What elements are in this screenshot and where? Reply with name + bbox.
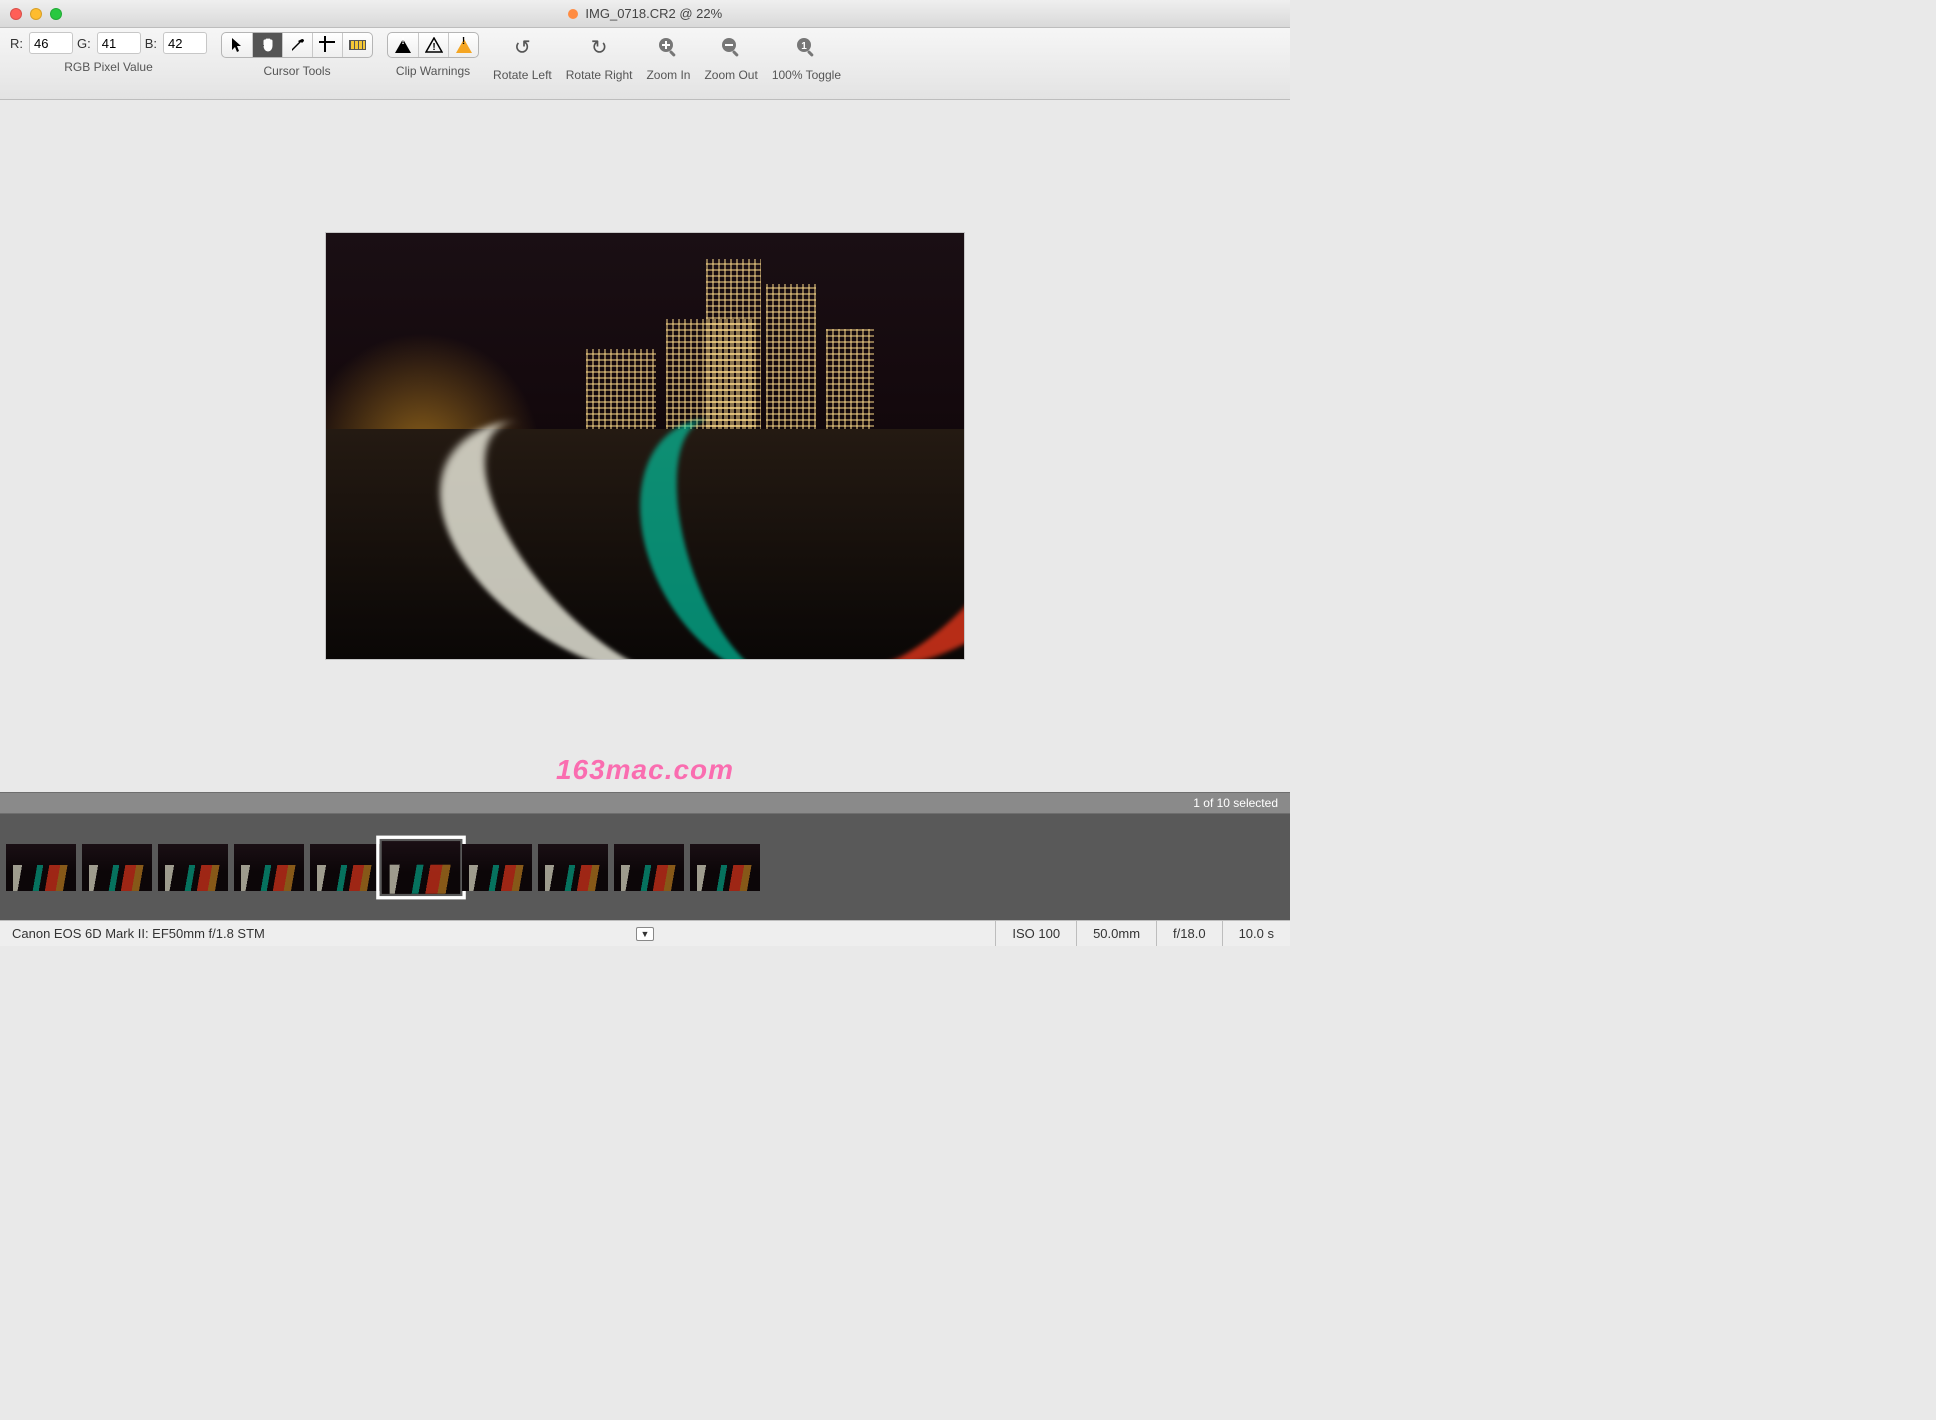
- zoom-out-icon: [719, 35, 743, 59]
- rotate-right-button[interactable]: ↻: [579, 32, 619, 62]
- rgb-group-label: RGB Pixel Value: [64, 60, 152, 74]
- svg-text:!: !: [432, 42, 435, 53]
- aperture-value: f/18.0: [1156, 921, 1222, 946]
- dropdown-indicator-icon[interactable]: ▼: [636, 927, 654, 941]
- hundred-toggle-label: 100% Toggle: [772, 68, 841, 82]
- zoom-out-group: Zoom Out: [704, 32, 757, 82]
- g-value-input[interactable]: [97, 32, 141, 54]
- zoom-in-icon: [656, 35, 680, 59]
- rotate-left-icon: ↺: [514, 35, 531, 60]
- midtone-clip-button[interactable]: !: [418, 33, 448, 57]
- pointer-icon: [230, 37, 244, 53]
- b-label: B:: [145, 36, 157, 51]
- r-value-input[interactable]: [29, 32, 73, 54]
- thumbnail-0[interactable]: [6, 844, 76, 891]
- thumbnail-4[interactable]: [310, 844, 380, 891]
- b-value-input[interactable]: [163, 32, 207, 54]
- toolbar: R: G: B: RGB Pixel Value: [0, 28, 1290, 100]
- ruler-icon: [349, 40, 366, 50]
- thumbnail-strip[interactable]: [0, 814, 1290, 920]
- window-titlebar: IMG_0718.CR2 @ 22%: [0, 0, 1290, 28]
- cursor-tools-segmented: [221, 32, 373, 58]
- selection-count-text: 1 of 10 selected: [1193, 796, 1278, 810]
- warning-triangle-black-icon: !: [394, 37, 412, 53]
- thumbnail-3[interactable]: [234, 844, 304, 891]
- clip-warnings-label: Clip Warnings: [396, 64, 470, 78]
- zoom-out-label: Zoom Out: [704, 68, 757, 82]
- clip-warnings-group: ! ! ! Clip Warnings: [387, 32, 479, 78]
- iso-value: ISO 100: [995, 921, 1076, 946]
- rotate-left-button[interactable]: ↺: [502, 32, 542, 62]
- selection-count-bar: 1 of 10 selected: [0, 792, 1290, 814]
- g-label: G:: [77, 36, 91, 51]
- window-controls: [10, 8, 62, 20]
- shutter-value: 10.0 s: [1222, 921, 1290, 946]
- focal-length-value: 50.0mm: [1076, 921, 1156, 946]
- eyedropper-tool-button[interactable]: [282, 33, 312, 57]
- warning-triangle-outline-icon: !: [425, 37, 443, 53]
- rotate-right-icon: ↻: [591, 35, 608, 60]
- zoom-window-button[interactable]: [50, 8, 62, 20]
- image-canvas-area[interactable]: [0, 100, 1290, 792]
- zoom-in-group: Zoom In: [646, 32, 690, 82]
- minimize-window-button[interactable]: [30, 8, 42, 20]
- crop-icon: [321, 38, 335, 52]
- rgb-pixel-value-group: R: G: B: RGB Pixel Value: [10, 32, 207, 74]
- ruler-tool-button[interactable]: [342, 33, 372, 57]
- clip-warnings-segmented: ! ! !: [387, 32, 479, 58]
- svg-text:1: 1: [802, 41, 808, 52]
- hand-icon: [260, 37, 276, 53]
- close-window-button[interactable]: [10, 8, 22, 20]
- r-label: R:: [10, 36, 23, 51]
- pointer-tool-button[interactable]: [222, 33, 252, 57]
- zoom-in-button[interactable]: [648, 32, 688, 62]
- thumbnail-7[interactable]: [538, 844, 608, 891]
- highlight-clip-button[interactable]: !: [448, 33, 478, 57]
- hand-tool-button[interactable]: [252, 33, 282, 57]
- cursor-tools-group: Cursor Tools: [221, 32, 373, 78]
- thumbnail-9[interactable]: [690, 844, 760, 891]
- rotate-right-label: Rotate Right: [566, 68, 633, 82]
- status-bar: Canon EOS 6D Mark II: EF50mm f/1.8 STM ▼…: [0, 920, 1290, 946]
- thumbnail-6[interactable]: [462, 844, 532, 891]
- preview-image: [326, 233, 964, 659]
- crop-tool-button[interactable]: [312, 33, 342, 57]
- cursor-tools-label: Cursor Tools: [263, 64, 330, 78]
- camera-info: Canon EOS 6D Mark II: EF50mm f/1.8 STM: [0, 926, 277, 941]
- thumbnail-2[interactable]: [158, 844, 228, 891]
- thumbnail-5[interactable]: [382, 841, 460, 894]
- rotate-left-group: ↺ Rotate Left: [493, 32, 552, 82]
- thumbnail-1[interactable]: [82, 844, 152, 891]
- window-title: IMG_0718.CR2 @ 22%: [0, 6, 1290, 21]
- eyedropper-icon: [290, 37, 306, 53]
- thumbnail-8[interactable]: [614, 844, 684, 891]
- hundred-toggle-group: 1 100% Toggle: [772, 32, 841, 82]
- zoom-out-button[interactable]: [711, 32, 751, 62]
- shadow-clip-button[interactable]: !: [388, 33, 418, 57]
- rotate-right-group: ↻ Rotate Right: [566, 32, 633, 82]
- hundred-toggle-button[interactable]: 1: [786, 32, 826, 62]
- hundred-toggle-icon: 1: [794, 35, 818, 59]
- warning-triangle-amber-icon: !: [455, 37, 472, 53]
- rotate-left-label: Rotate Left: [493, 68, 552, 82]
- zoom-in-label: Zoom In: [646, 68, 690, 82]
- document-icon: [568, 9, 578, 19]
